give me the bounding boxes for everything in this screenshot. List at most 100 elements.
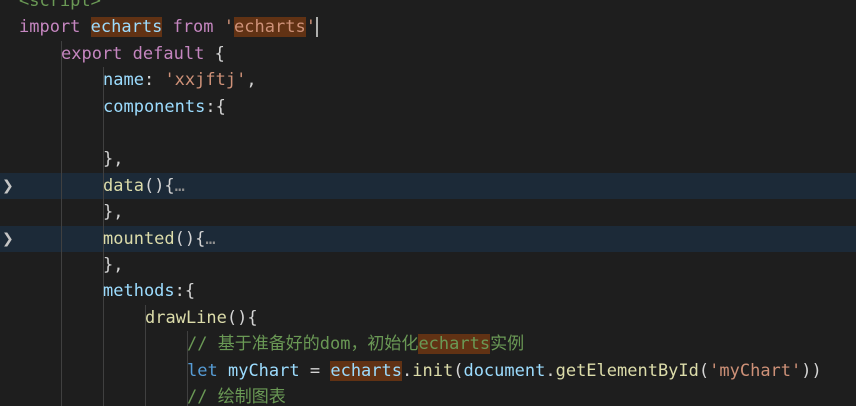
code-token: , [246,70,257,91]
code-text: }, [103,199,123,225]
code-line[interactable]: methods:{ [0,278,856,305]
code-token: … [205,228,216,249]
indent-guide [103,357,104,384]
code-token: . [545,360,556,381]
code-token: (){ [143,175,175,196]
code-line[interactable]: }, [0,199,856,226]
code-token: :{ [174,281,196,302]
indent-guide [103,384,104,406]
code-text: components:{ [103,94,226,120]
code-text: // 绘制图表 [187,384,286,406]
code-token: ' [305,17,316,38]
indent-guide [61,93,62,120]
indent-guide [145,357,146,384]
code-line[interactable]: ❯ data(){… [0,172,856,200]
code-token: // [187,387,218,406]
code-token: 'xxjftj' [164,70,247,91]
code-line[interactable]: name: 'xxjftj', [0,67,856,94]
code-text: data(){… [103,173,185,199]
code-token: }, [103,202,124,223]
indent-guide [61,172,62,200]
code-text: export default { [61,41,225,67]
indent-guide [103,120,104,147]
text-cursor [315,17,318,38]
code-token: … [174,175,185,196]
code-token: ( [698,360,710,381]
code-text: // 基于准备好的dom，初始化echarts实例 [187,331,524,357]
code-line[interactable]: components:{ [0,93,856,120]
code-token: }, [103,255,124,275]
code-token: }, [103,149,124,170]
code-text: name: 'xxjftj', [103,67,257,93]
code-token: 绘制图表 [217,387,286,406]
code-token: echarts [234,17,306,38]
indent-guide [61,67,62,94]
code-text: methods:{ [103,278,195,304]
code-token: ' [223,17,235,38]
code-token: default [132,43,205,64]
code-token: echarts [90,17,163,38]
code-text: }, [103,252,123,278]
code-line[interactable]: // 绘制图表 [0,384,856,406]
code-token: // [187,334,218,355]
indent-guide [61,225,62,252]
code-line[interactable]: export default { [0,40,856,68]
code-line[interactable]: }, [0,146,856,173]
indent-guide [61,304,62,332]
indent-guide [103,331,104,358]
indent-guide [145,384,146,406]
indent-guide [61,384,62,406]
code-token: name [103,70,144,91]
code-token: let [187,360,218,381]
code-token: 实例 [490,334,525,355]
indent-guide [61,199,62,226]
code-line[interactable]: }, [0,252,856,279]
code-token: 'myChart' [709,360,802,381]
code-line[interactable] [0,120,856,147]
code-text: <script> [19,0,101,14]
indent-guide [61,252,62,279]
code-token: . [402,360,413,381]
indent-guide [61,331,62,358]
indent-guide [61,278,62,305]
code-editor[interactable]: <script> import echarts from 'echarts' exp… [0,0,856,406]
code-token: (){ [226,307,258,328]
code-token: ，初始化 [350,334,419,355]
code-token: { [204,43,225,64]
indent-guide [61,120,62,147]
chevron-right-icon[interactable]: ❯ [2,173,14,199]
code-line[interactable]: // 基于准备好的dom，初始化echarts实例 [0,331,856,358]
code-line[interactable]: <script> [0,0,856,14]
code-line[interactable]: ❯ mounted(){… [0,225,856,252]
chevron-right-icon[interactable]: ❯ [2,226,14,252]
code-token: components [103,96,206,117]
code-token: echarts [330,360,402,381]
code-line[interactable]: let myChart = echarts.init(document.getE… [0,357,856,384]
code-text: import echarts from 'echarts' [19,14,318,40]
code-token: document [463,360,546,381]
code-token: myChart [227,360,300,381]
indent-guide [61,146,62,173]
code-token: export [61,43,123,64]
code-token: ( [453,360,464,381]
indent-guide [145,331,146,358]
code-token: )) [801,360,822,381]
code-token: getElementById [555,360,699,381]
code-token: data [103,175,144,196]
code-token: = [299,360,331,381]
code-token: drawLine [145,307,227,328]
indent-guide [61,357,62,384]
indent-guide [103,304,104,332]
code-token: : [143,70,165,91]
code-text: mounted(){… [103,226,216,252]
code-text: }, [103,146,123,172]
code-token: methods [103,281,175,302]
code-line[interactable]: import echarts from 'echarts' [0,14,856,40]
code-token: import [19,17,81,38]
code-line[interactable]: drawLine(){ [0,304,856,332]
code-token: 基于准备好的 [217,334,320,355]
